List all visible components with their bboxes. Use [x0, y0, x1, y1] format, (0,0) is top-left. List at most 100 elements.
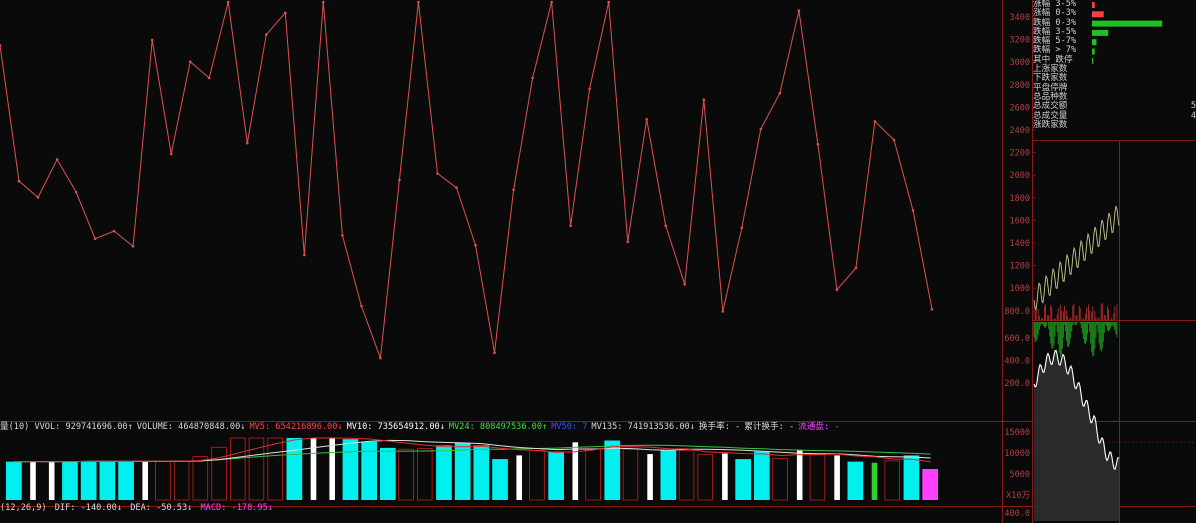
volume-bar: [903, 455, 920, 500]
price-point: [759, 127, 763, 131]
price-point: [150, 38, 154, 42]
volume-bar: [735, 459, 751, 500]
volume-bar: [30, 461, 36, 500]
macd-stats-line: (12,26,9) DIF: -140.00↓ DEA: -50.53↓ MAC…: [0, 502, 1000, 514]
volume-bar: [697, 454, 714, 501]
price-point: [626, 240, 629, 244]
volume-bar: [572, 442, 579, 500]
volume-bar: [118, 461, 134, 500]
volume-bar: [173, 460, 190, 501]
volume-bar: [772, 458, 788, 501]
volume-ma24-line: [14, 444, 931, 463]
volume-bar: [834, 455, 840, 500]
mini-area-fill: [1034, 350, 1119, 521]
volume-bar: [436, 445, 452, 500]
price-point: [892, 138, 896, 142]
volume-bar: [529, 449, 545, 501]
price-point: [588, 87, 591, 91]
price-point: [493, 351, 496, 355]
volume-stat-item: MV5: 654216896.00↓: [249, 422, 343, 432]
price-point: [74, 190, 78, 194]
volume-bar: [155, 461, 171, 501]
volume-bar: [454, 443, 471, 500]
volume-bar: [286, 438, 303, 500]
price-point: [930, 308, 934, 311]
volume-bar: [192, 456, 209, 501]
stats-footer-label: 涨跌家数: [1033, 119, 1068, 130]
price-point: [36, 196, 40, 199]
price-point: [398, 178, 401, 182]
price-point: [816, 142, 820, 146]
price-point: [341, 234, 344, 237]
volume-bar: [473, 445, 490, 500]
price-point: [169, 152, 173, 156]
price-point: [0, 44, 2, 47]
volume-bar: [809, 453, 826, 501]
volume-bar: [884, 460, 901, 501]
volume-bar: [622, 448, 639, 501]
axis-tick-label: 2200: [1010, 149, 1030, 159]
chart-canvas: 3400 3200 3000 2800 2600 2400 2200 2000 1800 1600…: [0, 0, 1196, 523]
price-point: [207, 76, 211, 80]
stats-summary-label: 总成交量: [1033, 110, 1068, 121]
price-point: [436, 172, 439, 175]
axis-tick-label: 10000: [1004, 449, 1030, 459]
axis-tick-label: 3400: [1010, 13, 1030, 23]
price-point: [607, 0, 610, 4]
stats-summary-row: 总成交量 4: [1033, 110, 1196, 121]
axis-tick-label: 400.0: [1004, 357, 1030, 367]
price-point: [474, 243, 477, 247]
price-series-line: [0, 1, 933, 359]
stats-summary-value: 4: [1190, 110, 1196, 121]
volume-bar-chart: [6, 437, 938, 501]
axis-tick-label: 2400: [1010, 126, 1030, 136]
price-point: [188, 60, 192, 63]
axis-tick-label: 800.0: [1004, 307, 1030, 317]
volume-bar: [398, 448, 414, 501]
price-point: [455, 186, 458, 189]
volume-bar: [229, 437, 246, 501]
price-point: [246, 141, 249, 145]
price-point: [93, 237, 97, 240]
price-point: [740, 226, 744, 230]
volume-bar: [548, 451, 564, 500]
price-point: [835, 288, 839, 292]
axis-tick-label: 1000: [1010, 284, 1030, 294]
volume-bar: [754, 451, 770, 500]
axis-tick-label: 15000: [1004, 428, 1030, 438]
price-point: [683, 283, 686, 286]
price-point: [360, 304, 363, 308]
mini-yellow-line: [1033, 205, 1120, 311]
price-point: [873, 120, 877, 123]
macd-dif: DIF: -140.00↓: [54, 503, 123, 513]
price-point: [854, 266, 858, 270]
volume-stat-item: 流通盘: -: [798, 422, 840, 432]
volume-stat-item: MV24: 808497536.00↑: [448, 422, 548, 432]
volume-bar: [80, 460, 97, 500]
price-point: [531, 76, 534, 80]
axis-tick-label: 2000: [1010, 171, 1030, 181]
volume-bar: [342, 439, 359, 500]
volume-bar: [660, 450, 677, 500]
price-point: [664, 224, 667, 227]
price-point: [797, 9, 801, 12]
volume-bar: [62, 461, 78, 500]
axis-tick-label: 5000: [1010, 470, 1030, 480]
axis-tick-label: 600.0: [1004, 334, 1030, 344]
axis-tick-label: 400.0: [1004, 509, 1030, 519]
price-line-chart: [0, 0, 934, 360]
volume-bar: [380, 447, 396, 500]
axis-tick-label: 2600: [1010, 103, 1030, 113]
volume-bar: [99, 460, 116, 500]
price-point: [265, 33, 268, 36]
price-point: [303, 253, 306, 257]
price-point: [569, 224, 572, 227]
volume-bar: [796, 450, 803, 500]
price-point: [17, 179, 21, 183]
volume-bar: [142, 461, 148, 500]
volume-bar: [847, 461, 864, 500]
axis-tick-label: 3200: [1010, 36, 1030, 46]
volume-stats-line: 量(10) VVOL: 929741696.00↑ VOLUME: 4648708…: [0, 421, 1000, 433]
price-point: [550, 0, 553, 4]
price-point: [379, 356, 382, 360]
